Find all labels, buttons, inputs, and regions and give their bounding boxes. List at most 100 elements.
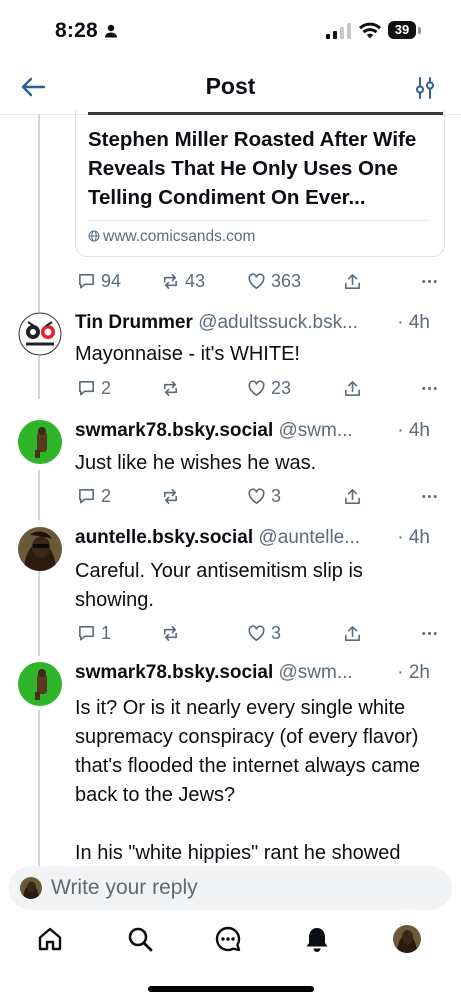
wifi-icon: [359, 22, 381, 39]
reply-button[interactable]: 2: [77, 484, 111, 508]
like-button[interactable]: 3: [247, 484, 281, 508]
post-header: swmark78.bsky.social @swm... · 2h: [75, 662, 447, 684]
timestamp: · 4h: [393, 527, 430, 549]
reply-count: 2: [101, 485, 112, 506]
like-count: 23: [271, 377, 292, 398]
post-actions: 94 43 363: [75, 269, 443, 293]
display-name[interactable]: swmark78.bsky.social: [75, 420, 273, 441]
post-header: swmark78.bsky.social @swm... · 4h: [75, 420, 447, 442]
reply-icon: [79, 380, 94, 395]
share-icon: [345, 380, 360, 396]
handle[interactable]: @swm...: [279, 662, 353, 683]
share-button[interactable]: [343, 269, 362, 293]
share-button[interactable]: [343, 484, 362, 508]
reply-placeholder[interactable]: Write your reply: [51, 876, 198, 900]
reply-count: 1: [101, 622, 112, 643]
repost-icon: [163, 380, 178, 396]
home-indicator: [148, 986, 314, 992]
thread-line: [38, 566, 40, 656]
share-icon: [345, 488, 360, 504]
person-icon: [105, 24, 117, 38]
reply-icon: [79, 273, 94, 288]
reply-composer[interactable]: Write your reply: [9, 866, 452, 910]
more-icon: [422, 279, 437, 283]
more-button[interactable]: [420, 621, 439, 645]
search-icon[interactable]: [126, 925, 154, 953]
like-button[interactable]: 363: [247, 269, 301, 293]
post-text: Mayonnaise - it's WHITE!: [75, 343, 300, 365]
share-button[interactable]: [343, 376, 362, 400]
share-button[interactable]: [343, 621, 362, 645]
post-text-continued: In his "white hippies" rant he showed: [75, 842, 401, 864]
repost-icon: [163, 273, 178, 289]
reply-icon: [79, 488, 94, 503]
repost-button[interactable]: [161, 484, 180, 508]
avatar[interactable]: [18, 312, 62, 356]
repost-button[interactable]: [161, 376, 180, 400]
display-name[interactable]: Tin Drummer: [75, 312, 193, 333]
post-actions: 2 23: [75, 376, 443, 400]
like-icon: [248, 272, 265, 289]
more-button[interactable]: [420, 376, 439, 400]
reply-count: 2: [101, 377, 112, 398]
thread-line: [38, 114, 40, 399]
filter-icon[interactable]: [414, 76, 436, 100]
handle[interactable]: @auntelle...: [258, 527, 360, 548]
post-actions: 2 3: [75, 484, 443, 508]
post-text: Just like he wishes he was.: [75, 452, 317, 474]
more-icon: [422, 494, 437, 498]
reply-count: 94: [101, 270, 122, 291]
timestamp: · 4h: [393, 312, 430, 334]
bottom-tab-bar: [0, 914, 461, 974]
top-nav: Post: [0, 62, 461, 115]
like-count: 3: [271, 622, 282, 643]
timestamp: · 4h: [393, 420, 430, 442]
profile-avatar[interactable]: [393, 925, 421, 953]
notifications-icon[interactable]: [303, 925, 331, 953]
repost-count: 43: [185, 270, 206, 291]
more-button[interactable]: [420, 269, 439, 293]
link-preview-card[interactable]: Stephen Miller Roasted After Wife Reveal…: [75, 110, 445, 257]
home-icon[interactable]: [36, 925, 64, 953]
share-icon: [345, 273, 360, 289]
page-title: Post: [205, 73, 256, 99]
avatar[interactable]: [18, 662, 62, 706]
reply-button[interactable]: 2: [77, 376, 111, 400]
like-button[interactable]: 3: [247, 621, 281, 645]
handle[interactable]: @adultssuck.bsk...: [198, 312, 358, 333]
link-domain: www.comicsands.com: [88, 228, 255, 246]
repost-button[interactable]: [161, 621, 180, 645]
display-name[interactable]: auntelle.bsky.social: [75, 527, 253, 548]
repost-icon: [163, 488, 178, 504]
avatar: [20, 877, 42, 899]
like-button[interactable]: 23: [247, 376, 291, 400]
battery-icon: 39: [388, 21, 422, 41]
more-icon: [422, 631, 437, 635]
like-icon: [248, 379, 265, 396]
repost-icon: [163, 625, 178, 641]
timestamp: · 2h: [393, 662, 430, 684]
reply-button[interactable]: 94: [77, 269, 121, 293]
like-icon: [248, 487, 265, 504]
chat-icon[interactable]: [214, 925, 242, 953]
link-title[interactable]: Stephen Miller Roasted After Wife Reveal…: [88, 125, 430, 212]
avatar[interactable]: [18, 527, 62, 571]
post-header: auntelle.bsky.social @auntelle... · 4h: [75, 527, 447, 549]
reply-button[interactable]: 1: [77, 621, 111, 645]
post-header: Tin Drummer @adultssuck.bsk... · 4h: [75, 312, 447, 334]
globe-icon: [88, 230, 100, 242]
post-text: Is it? Or is it nearly every single whit…: [75, 697, 421, 806]
like-count: 3: [271, 485, 282, 506]
thread-line: [38, 710, 40, 870]
link-image-edge: [88, 112, 443, 115]
more-button[interactable]: [420, 484, 439, 508]
post-text: Careful. Your antisemitism slip is showi…: [75, 560, 363, 611]
like-count: 363: [271, 270, 302, 291]
post-actions: 1 3: [75, 621, 443, 645]
handle[interactable]: @swm...: [279, 420, 353, 441]
repost-button[interactable]: 43: [161, 269, 205, 293]
status-time: 8:28: [55, 19, 98, 42]
avatar[interactable]: [18, 420, 62, 464]
status-bar: 8:28 39: [0, 0, 461, 62]
display-name[interactable]: swmark78.bsky.social: [75, 662, 273, 683]
